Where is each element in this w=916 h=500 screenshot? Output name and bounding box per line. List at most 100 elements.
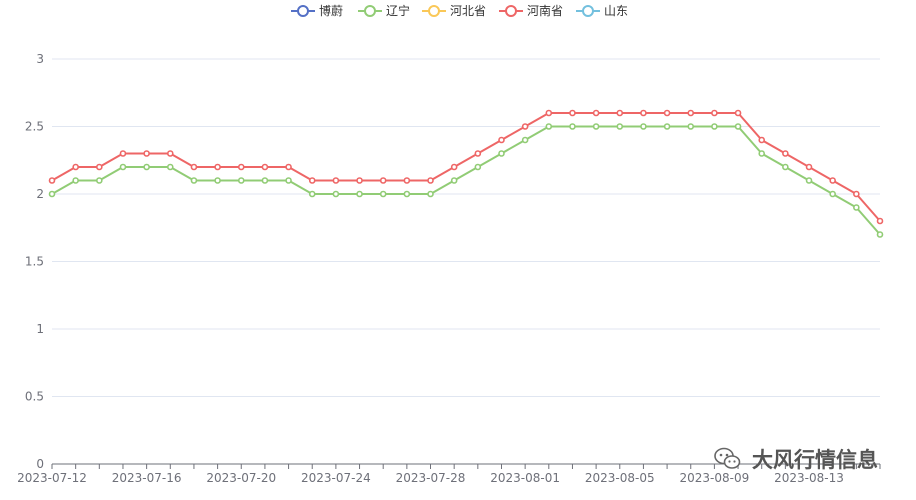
data-point [96,177,103,184]
data-point [498,136,505,144]
data-point [545,109,553,117]
data-point [308,177,316,184]
data-point [190,177,198,184]
data-point [829,190,836,198]
x-tick-label: 2023-07-12 [17,471,87,485]
data-point [332,177,340,184]
data-point [119,163,127,171]
data-point [711,109,718,117]
data-point [734,109,742,117]
data-point [782,150,789,157]
legend-label: 博蔚 [319,3,343,18]
data-point [285,163,292,171]
data-point [805,163,813,171]
data-point [261,163,269,171]
legend-label: 山东 [604,4,628,18]
data-point [640,123,647,130]
legend-item-山东[interactable]: 山东 [576,4,628,18]
data-point [237,163,245,171]
legend-marker [297,5,309,17]
legend-item-河北省[interactable]: 河北省 [422,4,486,18]
data-point [758,150,766,157]
data-point [782,163,789,171]
data-point [450,177,458,184]
data-point [48,190,56,198]
data-point [569,123,576,130]
x-tick-label: 2023-07-24 [301,471,371,485]
x-tick-label: 2023-08-01 [490,471,560,485]
data-point [853,190,860,198]
line-chart: 0 0.5 1 1.5 2 2.5 3 2023-07-12 2023-07-16 2023-07… [17,3,884,485]
data-point [356,190,363,198]
data-point [521,136,529,144]
data-point [687,109,695,117]
legend-label: 河南省 [527,3,563,18]
series-line [51,112,881,222]
x-tick-label: 2023-08-09 [680,471,750,485]
data-point [190,163,198,171]
legend-item-辽宁[interactable]: 辽宁 [358,3,410,18]
legend-label: 辽宁 [386,3,410,18]
data-point [166,163,174,171]
data-point [711,123,718,130]
series-河南省 [48,109,884,225]
legend-marker [582,5,594,17]
data-point [876,231,884,238]
y-tick-label: 1 [36,322,44,336]
data-point [166,150,174,157]
data-point [143,163,150,171]
data-point [876,217,884,225]
data-point [119,150,127,157]
data-point [853,204,860,211]
chart-container: 0 0.5 1 1.5 2 2.5 3 2023-07-12 2023-07-16 2023-07… [0,0,916,500]
x-tick-label: 2023-08-13 [774,471,844,485]
data-point [285,177,292,184]
watermark: 大风行情信息 [714,447,878,472]
data-point [96,163,103,171]
x-tick-label: 2023-07-20 [206,471,276,485]
data-point [663,123,671,130]
wechat-icon [714,447,741,469]
data-point [829,177,836,184]
x-tick-label: 2023-07-28 [396,471,466,485]
data-point [734,123,742,130]
data-point [640,109,647,117]
data-point [214,177,221,184]
data-point [805,177,813,184]
data-point [474,150,482,157]
y-tick-label: 2 [36,187,44,201]
data-point [474,163,482,171]
data-point [261,177,269,184]
data-point [521,123,529,130]
data-point [498,150,505,157]
series [48,109,884,238]
data-point [72,163,79,171]
series-line [51,125,881,236]
legend-marker [364,5,376,17]
data-point [48,177,56,184]
legend-marker [428,5,440,17]
axes: 0 0.5 1 1.5 2 2.5 3 2023-07-12 2023-07-16 2023-07… [17,52,881,485]
data-point [379,190,387,198]
x-tick-label: 2023-08-05 [585,471,655,485]
data-point [237,177,245,184]
watermark-text: 大风行情信息 [752,448,878,472]
data-point [427,190,434,198]
data-point [214,163,221,171]
legend-item-博蔚[interactable]: 博蔚 [291,3,343,18]
grid-lines [52,58,880,397]
data-point [379,177,387,184]
data-point [308,190,316,198]
y-tick-label: 2.5 [25,120,44,134]
data-point [687,123,695,130]
y-tick-label: 0 [36,457,44,471]
legend-marker [505,5,517,17]
data-point [758,136,766,144]
data-point [143,150,150,157]
data-point [403,190,411,198]
y-tick-label: 0.5 [25,390,44,404]
legend-item-河南省[interactable]: 河南省 [499,3,563,18]
x-tick-label: 2023-07-16 [112,471,182,485]
legend[interactable]: 博蔚 辽宁 河北省 河南省 山东 [291,3,628,18]
series-辽宁 [48,123,884,238]
